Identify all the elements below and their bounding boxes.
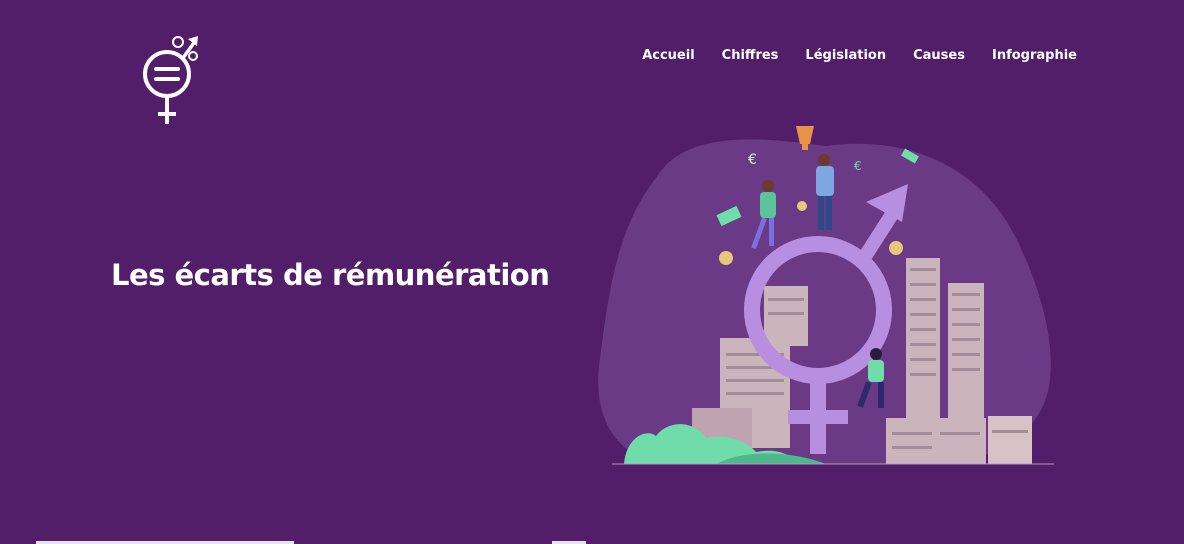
coin [797, 201, 807, 211]
euro-icon: € [854, 159, 862, 173]
coin [889, 241, 903, 255]
logo-gender-equality-icon[interactable] [136, 32, 206, 128]
main-nav: Accueil Chiffres Législation Causes Info… [642, 48, 1077, 63]
nav-link-infographie[interactable]: Infographie [992, 48, 1077, 63]
hero-illustration: € € [598, 126, 1054, 465]
nav-link-chiffres[interactable]: Chiffres [722, 48, 779, 63]
nav-link-accueil[interactable]: Accueil [642, 48, 694, 63]
nav-link-causes[interactable]: Causes [913, 48, 965, 63]
building-low-right [886, 416, 1032, 464]
nav-link-legislation[interactable]: Législation [805, 48, 886, 63]
coin [719, 251, 733, 265]
euro-icon: € [748, 152, 757, 168]
hero-title: Les écarts de rémunération [111, 258, 550, 292]
